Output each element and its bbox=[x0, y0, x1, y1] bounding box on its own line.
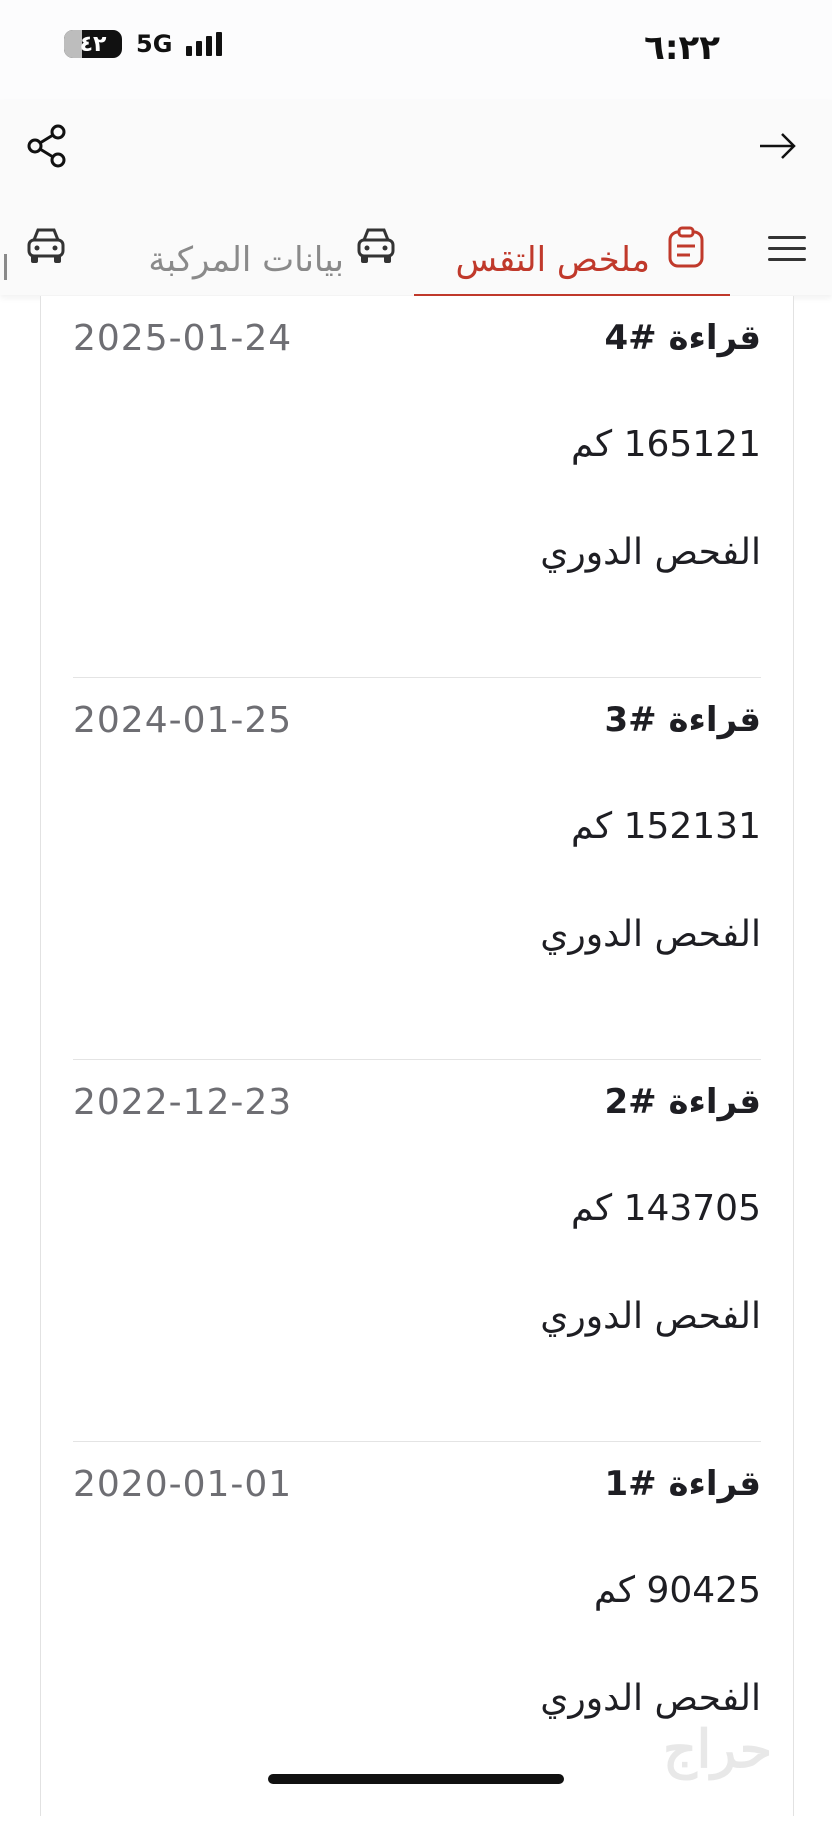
list-item: قراءة #4 2025-01-24 165121 كم الفحص الدو… bbox=[73, 296, 761, 678]
back-button[interactable] bbox=[758, 130, 798, 162]
tab-inspection-summary[interactable]: ملخص التقس bbox=[414, 218, 730, 298]
reading-type: الفحص الدوري bbox=[540, 914, 761, 955]
tab-more[interactable] bbox=[0, 218, 70, 298]
car-icon bbox=[357, 228, 395, 263]
reading-odometer: 90425 كم bbox=[593, 1570, 761, 1611]
reading-type: الفحص الدوري bbox=[540, 532, 761, 573]
menu-button[interactable] bbox=[768, 236, 806, 262]
reading-odometer: 165121 كم bbox=[571, 424, 761, 465]
status-bar: ٤٢ 5G ٦:٢٢ bbox=[0, 0, 832, 100]
reading-title: قراءة #1 bbox=[604, 1464, 761, 1504]
reading-odometer: 152131 كم bbox=[571, 806, 761, 847]
share-icon bbox=[27, 124, 66, 168]
arrow-right-icon bbox=[760, 133, 796, 159]
reading-odometer: 143705 كم bbox=[571, 1188, 761, 1229]
tab-vehicle-data[interactable]: بيانات المركبة bbox=[108, 218, 398, 298]
tab-label: ملخص التقس bbox=[455, 240, 651, 280]
reading-type: الفحص الدوري bbox=[540, 1296, 761, 1337]
battery-icon: ٤٢ bbox=[64, 30, 122, 58]
clipboard-icon bbox=[668, 226, 704, 268]
reading-date: 2025-01-24 bbox=[73, 318, 293, 359]
list-item: قراءة #1 2020-01-01 90425 كم الفحص الدور… bbox=[73, 1442, 761, 1824]
readings-card: قراءة #4 2025-01-24 165121 كم الفحص الدو… bbox=[40, 296, 794, 1816]
reading-date: 2022-12-23 bbox=[73, 1082, 293, 1123]
reading-type: الفحص الدوري bbox=[540, 1678, 761, 1719]
reading-title: قراءة #2 bbox=[604, 1082, 761, 1122]
reading-date: 2020-01-01 bbox=[73, 1464, 293, 1505]
share-button[interactable] bbox=[26, 124, 68, 168]
reading-title: قراءة #4 bbox=[604, 318, 761, 358]
app-header: ملخص التقس بيانات المركبة bbox=[0, 100, 832, 298]
reading-date: 2024-01-25 bbox=[73, 700, 293, 741]
network-type: 5G bbox=[136, 30, 173, 58]
status-indicators: ٤٢ 5G bbox=[64, 30, 223, 58]
signal-icon bbox=[186, 32, 223, 56]
battery-level: ٤٢ bbox=[79, 31, 107, 57]
status-time: ٦:٢٢ bbox=[644, 28, 720, 68]
list-item: قراءة #3 2024-01-25 152131 كم الفحص الدو… bbox=[73, 678, 761, 1060]
home-indicator[interactable] bbox=[268, 1774, 564, 1784]
tab-bar: ملخص التقس بيانات المركبة bbox=[0, 218, 832, 298]
list-item: قراءة #2 2022-12-23 143705 كم الفحص الدو… bbox=[73, 1060, 761, 1442]
tab-label: بيانات المركبة bbox=[148, 240, 344, 280]
car-icon bbox=[27, 228, 65, 263]
reading-title: قراءة #3 bbox=[604, 700, 761, 740]
watermark-logo: حراج bbox=[663, 1719, 772, 1780]
